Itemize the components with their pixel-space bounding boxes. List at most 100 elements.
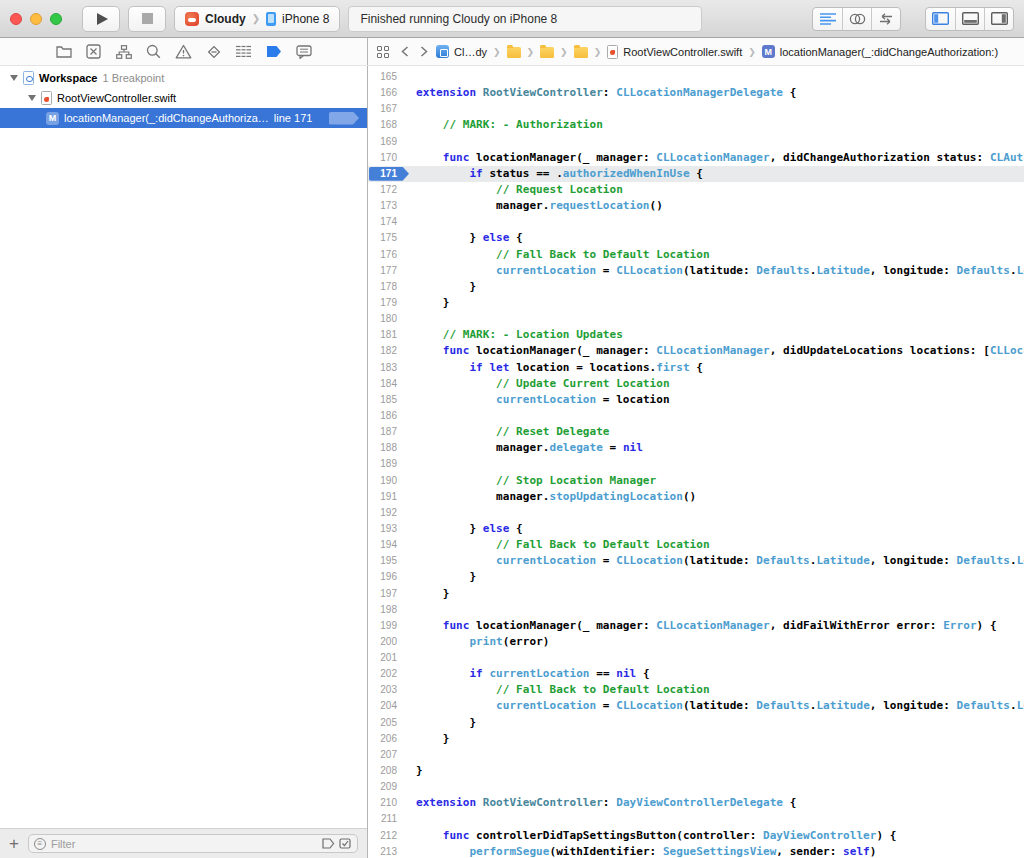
code-line[interactable]: 202 if currentLocation == nil { xyxy=(368,666,1024,682)
line-number[interactable]: 201 xyxy=(368,650,408,666)
line-number[interactable]: 194 xyxy=(368,537,408,553)
symbol-navigator-icon[interactable] xyxy=(115,43,132,60)
line-number[interactable]: 212 xyxy=(368,828,408,844)
line-number[interactable]: 211 xyxy=(368,811,408,827)
code-line[interactable]: 184 // Update Current Location xyxy=(368,376,1024,392)
line-number[interactable]: 180 xyxy=(368,311,408,327)
code-line[interactable]: 181 // MARK: - Location Updates xyxy=(368,327,1024,343)
line-number[interactable]: 208 xyxy=(368,763,408,779)
breakpoint-indicator[interactable] xyxy=(329,112,359,125)
line-number[interactable]: 190 xyxy=(368,473,408,489)
show-enabled-breakpoints-icon[interactable] xyxy=(339,838,352,849)
line-number[interactable]: 168 xyxy=(368,117,408,133)
code-line[interactable]: 210extension RootViewController: DayView… xyxy=(368,795,1024,811)
issue-navigator-icon[interactable] xyxy=(175,43,192,60)
line-number[interactable]: 173 xyxy=(368,198,408,214)
code-line[interactable]: 212 func controllerDidTapSettingsButton(… xyxy=(368,828,1024,844)
code-line[interactable]: 192 xyxy=(368,505,1024,521)
zoom-button[interactable] xyxy=(50,13,62,25)
code-line[interactable]: 205 } xyxy=(368,715,1024,731)
line-number[interactable]: 171 xyxy=(368,166,408,182)
line-number[interactable]: 170 xyxy=(368,150,408,166)
back-button[interactable] xyxy=(398,46,412,57)
code-line[interactable]: 167 xyxy=(368,101,1024,117)
project-navigator-icon[interactable] xyxy=(55,43,72,60)
code-line[interactable]: 200 print(error) xyxy=(368,634,1024,650)
jumpbar-symbol[interactable]: locationManager(_:didChangeAuthorization… xyxy=(780,46,998,58)
stop-button[interactable] xyxy=(128,6,166,32)
code-line[interactable]: 166extension RootViewController: CLLocat… xyxy=(368,85,1024,101)
version-editor-button[interactable] xyxy=(871,8,900,30)
code-line[interactable]: 182 func locationManager(_ manager: CLLo… xyxy=(368,343,1024,359)
line-number[interactable]: 184 xyxy=(368,376,408,392)
code-line[interactable]: 168 // MARK: - Authorization xyxy=(368,117,1024,133)
line-number[interactable]: 200 xyxy=(368,634,408,650)
folder-icon[interactable] xyxy=(574,47,588,58)
code-line[interactable]: 178 } xyxy=(368,279,1024,295)
related-items-icon[interactable] xyxy=(377,46,389,58)
line-number[interactable]: 199 xyxy=(368,618,408,634)
code-line[interactable]: 194 // Fall Back to Default Location xyxy=(368,537,1024,553)
line-number[interactable]: 178 xyxy=(368,279,408,295)
line-number[interactable]: 175 xyxy=(368,230,408,246)
toggle-navigator-button[interactable] xyxy=(926,8,955,30)
line-number[interactable]: 179 xyxy=(368,295,408,311)
line-number[interactable]: 181 xyxy=(368,327,408,343)
code-line[interactable]: 172 // Request Location xyxy=(368,182,1024,198)
line-number[interactable]: 210 xyxy=(368,795,408,811)
code-line[interactable]: 206 } xyxy=(368,731,1024,747)
breakpoint-navigator-icon[interactable] xyxy=(265,43,282,60)
code-line[interactable]: 174 xyxy=(368,214,1024,230)
line-number[interactable]: 166 xyxy=(368,85,408,101)
code-line[interactable]: 201 xyxy=(368,650,1024,666)
folder-icon[interactable] xyxy=(507,47,521,58)
line-number[interactable]: 198 xyxy=(368,602,408,618)
line-number[interactable]: 197 xyxy=(368,586,408,602)
source-editor[interactable]: 165166extension RootViewController: CLLo… xyxy=(368,66,1024,858)
line-number[interactable]: 182 xyxy=(368,343,408,359)
breakpoint-row[interactable]: M locationManager(_:didChangeAuthoriza… … xyxy=(0,108,367,128)
jumpbar-file[interactable]: RootViewController.swift xyxy=(623,46,742,58)
toggle-debug-area-button[interactable] xyxy=(955,8,984,30)
add-breakpoint-button[interactable]: + xyxy=(9,835,19,852)
line-number[interactable]: 195 xyxy=(368,553,408,569)
code-line[interactable]: 171 if status == .authorizedWhenInUse { xyxy=(368,166,1024,182)
line-number[interactable]: 196 xyxy=(368,569,408,585)
code-line[interactable]: 196 } xyxy=(368,569,1024,585)
line-number[interactable]: 169 xyxy=(368,134,408,150)
line-number[interactable]: 193 xyxy=(368,521,408,537)
line-number[interactable]: 213 xyxy=(368,844,408,858)
code-line[interactable]: 190 // Stop Location Manager xyxy=(368,473,1024,489)
code-line[interactable]: 169 xyxy=(368,134,1024,150)
test-navigator-icon[interactable] xyxy=(205,43,222,60)
line-number[interactable]: 187 xyxy=(368,424,408,440)
scheme-selector[interactable]: Cloudy ❯ iPhone 8 xyxy=(174,6,340,32)
code-line[interactable]: 211 xyxy=(368,811,1024,827)
code-line[interactable]: 175 } else { xyxy=(368,230,1024,246)
minimize-button[interactable] xyxy=(30,13,42,25)
file-row[interactable]: RootViewController.swift xyxy=(0,88,367,108)
scheme-device[interactable]: iPhone 8 xyxy=(282,12,329,26)
code-line[interactable]: 165 xyxy=(368,69,1024,85)
line-number[interactable]: 185 xyxy=(368,392,408,408)
line-number[interactable]: 167 xyxy=(368,101,408,117)
line-number[interactable]: 183 xyxy=(368,360,408,376)
scheme-name[interactable]: Cloudy xyxy=(205,12,246,26)
line-number[interactable]: 189 xyxy=(368,456,408,472)
code-line[interactable]: 207 xyxy=(368,747,1024,763)
code-line[interactable]: 197 } xyxy=(368,586,1024,602)
code-line[interactable]: 176 // Fall Back to Default Location xyxy=(368,247,1024,263)
line-number[interactable]: 188 xyxy=(368,440,408,456)
code-line[interactable]: 188 manager.delegate = nil xyxy=(368,440,1024,456)
line-number[interactable]: 172 xyxy=(368,182,408,198)
code-line[interactable]: 179 } xyxy=(368,295,1024,311)
disclosure-triangle-icon[interactable] xyxy=(10,75,18,81)
assistant-editor-button[interactable] xyxy=(842,8,871,30)
folder-icon[interactable] xyxy=(540,47,554,58)
code-line[interactable]: 209 xyxy=(368,779,1024,795)
code-line[interactable]: 186 xyxy=(368,408,1024,424)
filter-field[interactable]: ≡ Filter xyxy=(28,834,358,853)
jumpbar-project[interactable]: Cl…dy xyxy=(454,46,487,58)
debug-navigator-icon[interactable] xyxy=(235,43,252,60)
standard-editor-button[interactable] xyxy=(813,8,842,30)
